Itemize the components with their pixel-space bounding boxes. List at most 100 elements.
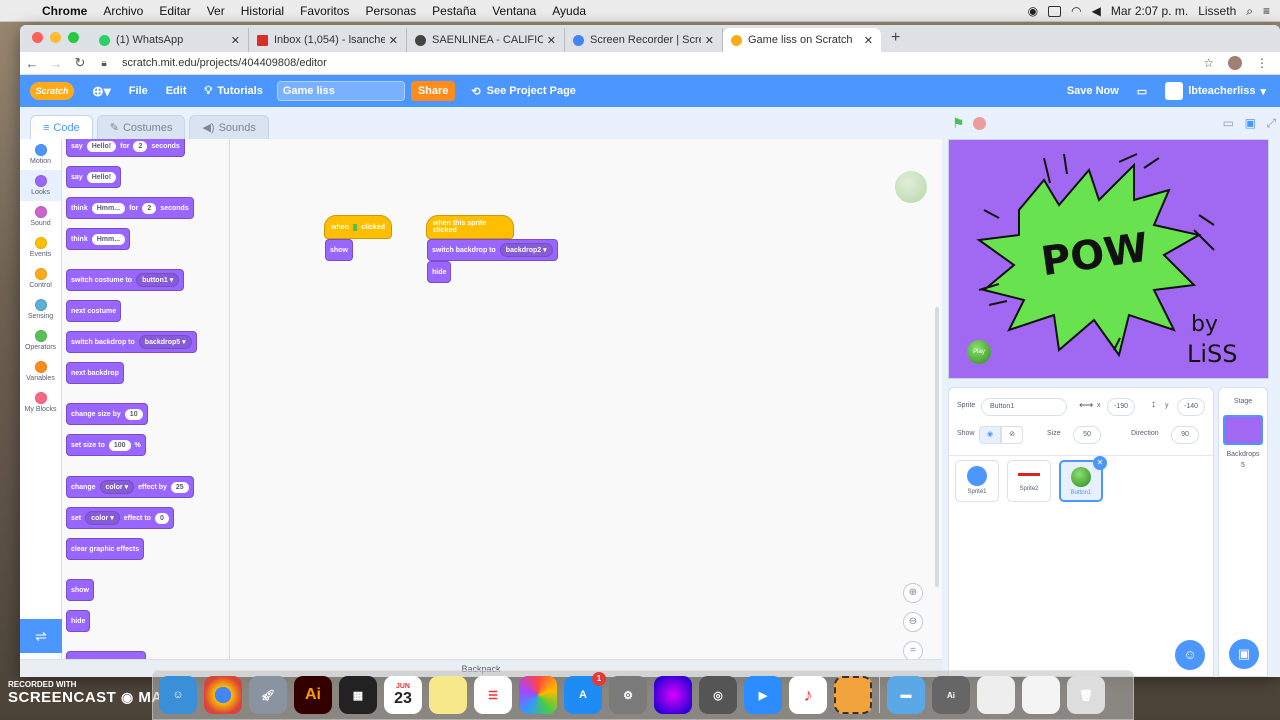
menu-app-name[interactable]: Chrome [34, 4, 95, 18]
siri-icon[interactable] [654, 676, 692, 714]
zoom-reset-icon[interactable]: = [903, 641, 923, 661]
calendar-icon[interactable]: JUN 23 [384, 676, 422, 714]
block-next-backdrop[interactable]: next backdrop [66, 362, 124, 384]
fullscreen-icon[interactable]: ⤢ [1266, 116, 1276, 131]
script-switch-backdrop-block[interactable]: switch backdrop to backdrop2 ▾ [427, 239, 558, 261]
minimize-window-button[interactable] [50, 32, 61, 43]
menu-historial[interactable]: Historial [233, 4, 292, 18]
reload-icon[interactable]: ↻ [68, 55, 92, 71]
edit-menu[interactable]: Edit [166, 85, 187, 97]
block-hide[interactable]: hide [66, 610, 91, 632]
file-menu[interactable]: File [129, 85, 148, 97]
record-icon[interactable]: ◉ [1028, 4, 1038, 18]
photos-icon[interactable] [519, 676, 557, 714]
category-looks[interactable]: Looks [20, 170, 61, 201]
menu-ver[interactable]: Ver [199, 4, 233, 18]
category-sensing[interactable]: Sensing [20, 294, 61, 325]
block-change-size[interactable]: change size by 10 [66, 403, 148, 425]
disk-utility-icon[interactable]: ◎ [699, 676, 737, 714]
close-tab-icon[interactable]: ✕ [231, 34, 240, 47]
system-preferences-icon[interactable]: ⚙ [609, 676, 647, 714]
normal-stage-icon[interactable]: ▣ [1245, 116, 1256, 130]
zoom-window-button[interactable] [68, 32, 79, 43]
block-set-effect[interactable]: set color ▾ effect to 0 [66, 507, 174, 529]
chrome-icon[interactable] [204, 676, 242, 714]
browser-tab[interactable]: (1) WhatsApp ✕ [91, 28, 249, 52]
menubar-clock[interactable]: Mar 2:07 p. m. [1111, 4, 1188, 18]
add-sprite-button[interactable]: ☺ [1175, 640, 1205, 670]
scratch-logo[interactable]: Scratch [30, 82, 74, 100]
profile-avatar[interactable] [1228, 56, 1242, 70]
browser-tab-active[interactable]: Game liss on Scratch ✕ [723, 28, 881, 52]
url-field[interactable]: scratch.mit.edu/projects/404409808/edito… [122, 57, 327, 69]
stage-select-pane[interactable]: Stage Backdrops 5 [1218, 387, 1268, 677]
direction-input[interactable]: 90 [1171, 426, 1199, 444]
browser-tab[interactable]: Inbox (1,054) - lsanchez@lice: ✕ [249, 28, 407, 52]
block-switch-costume[interactable]: switch costume to button1 ▾ [66, 269, 185, 291]
x-input[interactable]: -190 [1107, 398, 1135, 416]
category-control[interactable]: Control [20, 263, 61, 294]
script-scrollbar[interactable] [935, 307, 939, 587]
menu-ventana[interactable]: Ventana [484, 4, 544, 18]
music-icon[interactable]: ♪ [789, 676, 827, 714]
category-variables[interactable]: Variables [20, 356, 61, 387]
document-preview-icon[interactable] [1022, 676, 1060, 714]
menu-pestana[interactable]: Pestaña [424, 4, 484, 18]
block-next-costume[interactable]: next costume [66, 300, 122, 322]
category-events[interactable]: Events [20, 232, 61, 263]
block-set-size[interactable]: set size to 100% [66, 434, 146, 456]
script-when-sprite-clicked[interactable]: when this sprite clicked [426, 215, 514, 239]
back-arrow-icon[interactable]: ← [20, 56, 44, 71]
sprite-thumb[interactable]: Sprite2 [1007, 460, 1051, 502]
green-flag-icon[interactable]: ⚑ [952, 115, 965, 132]
zoom-in-icon[interactable]: ⊕ [903, 583, 923, 603]
script-show-block[interactable]: show [325, 239, 353, 261]
close-tab-icon[interactable]: ✕ [864, 34, 873, 47]
trash-icon[interactable]: 🗑︎ [1067, 676, 1105, 714]
new-tab-icon[interactable]: + [881, 29, 910, 52]
stage-canvas[interactable]: POW by LiSS Play [948, 139, 1269, 379]
sprite-name-input[interactable]: Button1 [981, 398, 1067, 416]
block-change-effect[interactable]: change color ▾ effect by 25 [66, 476, 194, 498]
block-say-for[interactable]: say Hello! for 2 seconds [66, 139, 185, 157]
launchpad-icon[interactable]: 🚀︎ [249, 676, 287, 714]
menu-list-icon[interactable]: ≡ [1263, 4, 1270, 18]
more-menu-icon[interactable]: ⋮ [1256, 56, 1268, 70]
save-now-button[interactable]: Save Now [1067, 85, 1119, 97]
add-backdrop-button[interactable]: ▣ [1229, 639, 1259, 669]
spreadsheet-preview-icon[interactable] [977, 676, 1015, 714]
close-tab-icon[interactable]: ✕ [389, 34, 398, 47]
reminders-icon[interactable]: ☰ [474, 676, 512, 714]
menu-ayuda[interactable]: Ayuda [544, 4, 594, 18]
project-title-input[interactable]: Game liss [276, 81, 405, 101]
script-area[interactable]: when clicked show when this sprite clicke… [230, 139, 942, 659]
activity-monitor-icon[interactable]: ▦ [339, 676, 377, 714]
tab-sounds[interactable]: ◀) Sounds [189, 115, 269, 139]
block-show[interactable]: show [66, 579, 94, 601]
small-stage-icon[interactable]: ▭ [1223, 116, 1234, 130]
wifi-icon[interactable]: ◠ [1071, 4, 1081, 18]
finder-icon[interactable]: ☺ [159, 676, 197, 714]
delete-sprite-icon[interactable]: ✕ [1093, 456, 1107, 470]
close-tab-icon[interactable]: ✕ [547, 34, 556, 47]
illustrator-icon[interactable]: Ai [294, 676, 332, 714]
size-input[interactable]: 50 [1073, 426, 1101, 444]
close-window-button[interactable] [32, 32, 43, 43]
tutorials-button[interactable]: 💡︎ Tutorials [205, 85, 263, 98]
tab-code[interactable]: ≡ Code [30, 115, 93, 139]
screen-icon[interactable] [1048, 5, 1062, 17]
sprite-thumb[interactable]: Sprite1 [955, 460, 999, 502]
block-say[interactable]: say Hello! [66, 166, 122, 188]
share-button[interactable]: Share [410, 81, 456, 101]
forward-arrow-icon[interactable]: → [44, 56, 68, 71]
play-button-sprite[interactable]: Play [967, 340, 991, 364]
app-store-icon[interactable]: A1 [564, 672, 606, 714]
sprite-thumb-selected[interactable]: Button1 ✕ [1059, 456, 1107, 502]
my-stuff-folder-icon[interactable]: ▭ [1137, 85, 1147, 98]
tab-costumes[interactable]: ✎ Costumes [96, 115, 186, 139]
block-switch-backdrop[interactable]: switch backdrop to backdrop5 ▾ [66, 331, 197, 353]
block-clear-effects[interactable]: clear graphic effects [66, 538, 145, 560]
folder-icon[interactable]: ▬ [887, 676, 925, 714]
show-visible-button[interactable]: ◉ [979, 426, 1001, 444]
menubar-user[interactable]: Lisseth [1198, 4, 1236, 18]
